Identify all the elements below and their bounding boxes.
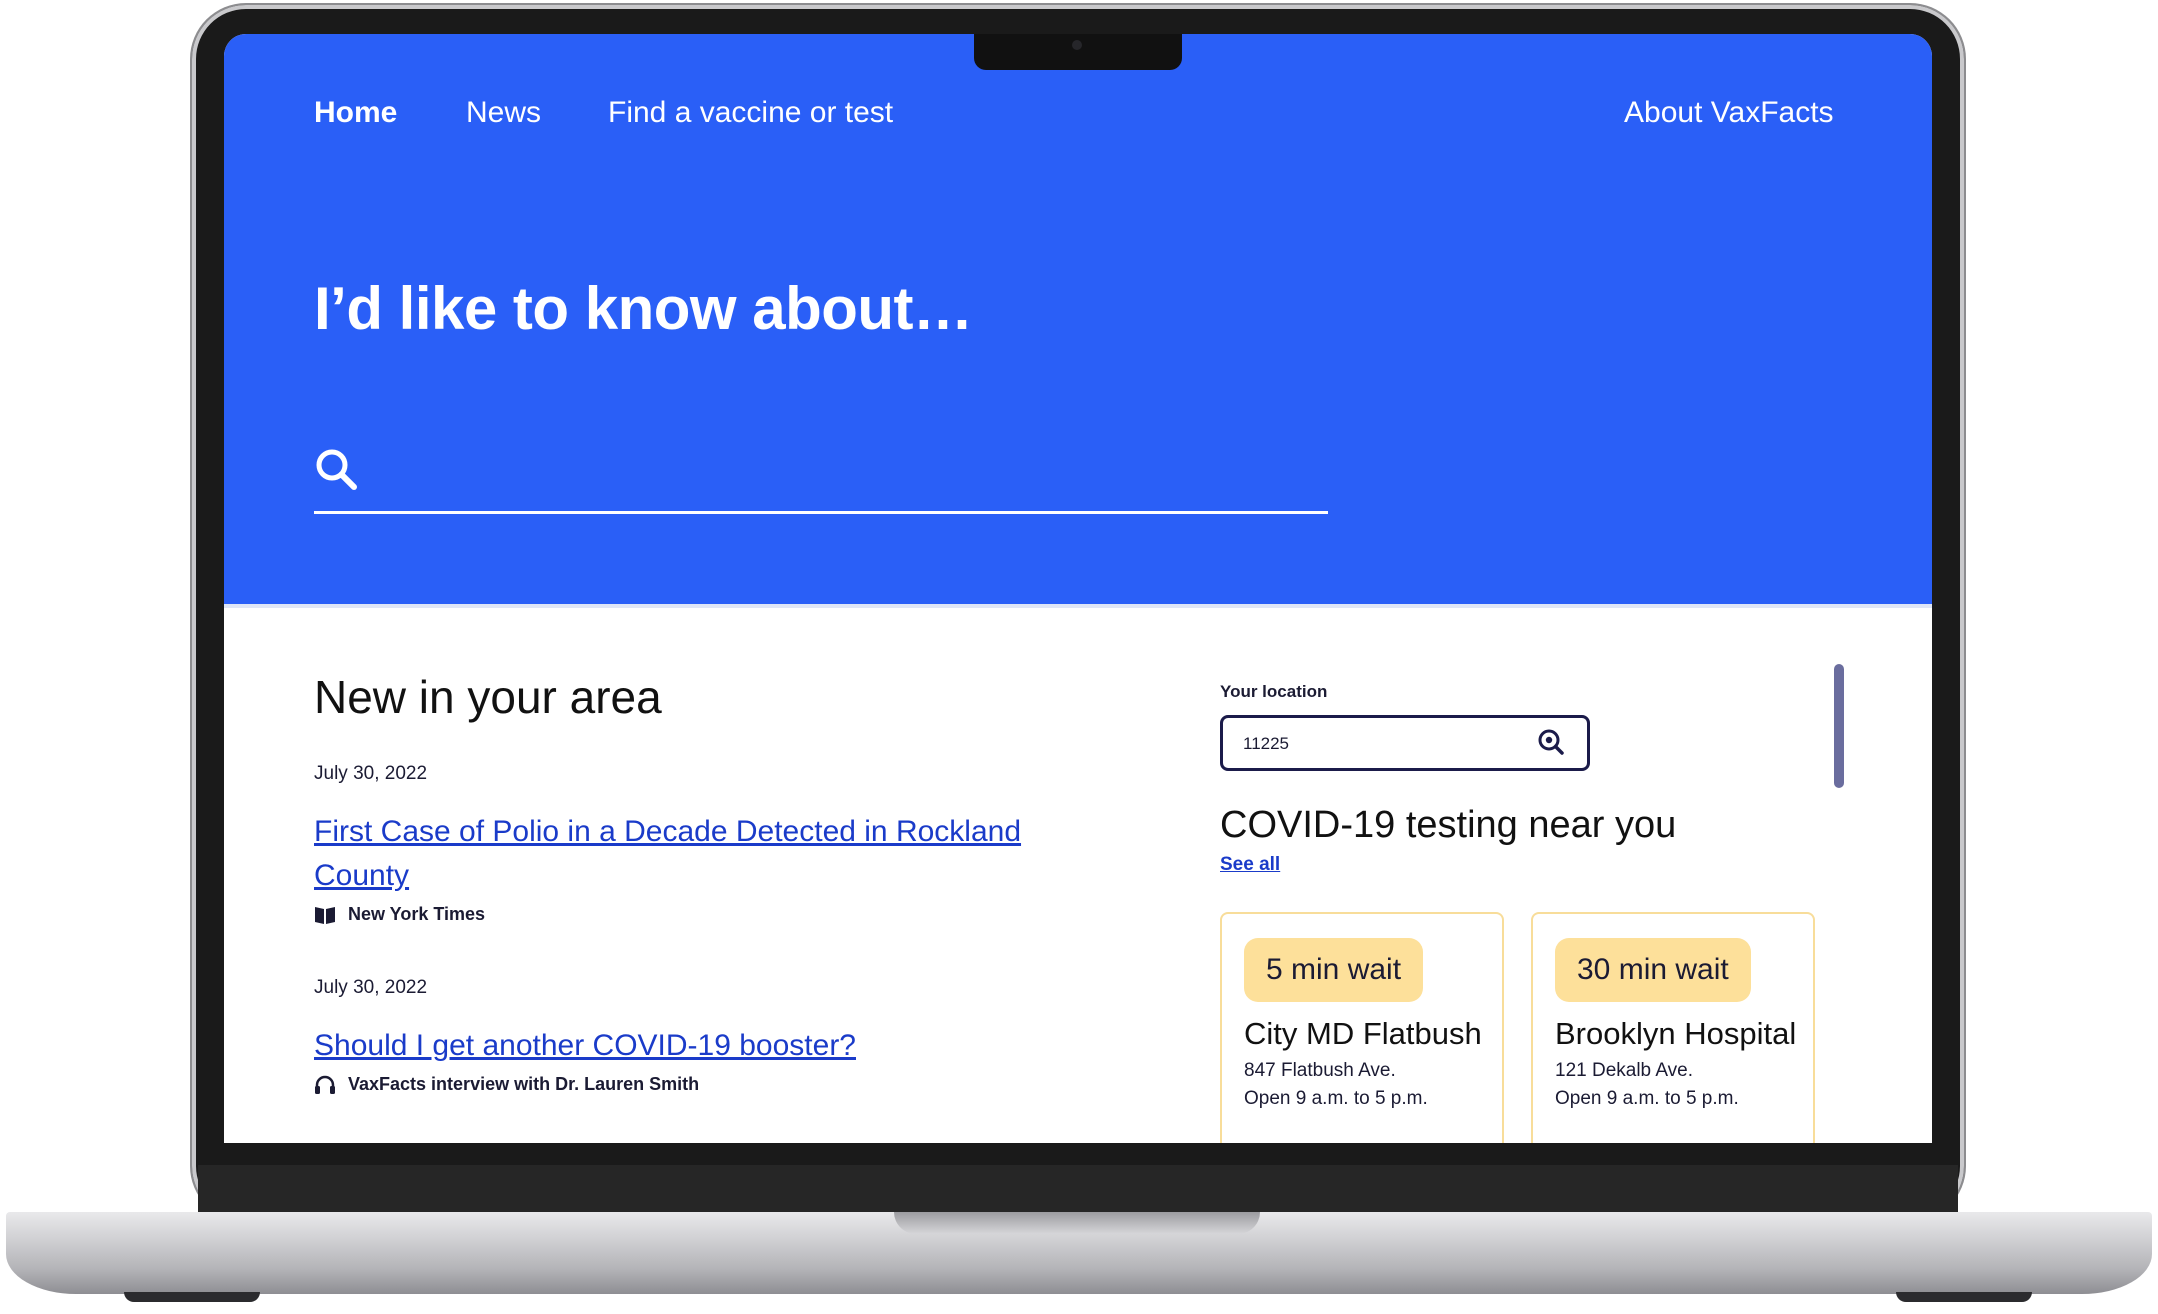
news-date: July 30, 2022	[314, 763, 428, 784]
news-source-label: VaxFacts interview with Dr. Lauren Smith	[348, 1074, 700, 1094]
laptop-lid-notch	[894, 1212, 1260, 1234]
news-date: July 30, 2022	[314, 977, 428, 998]
hero-banner: Home News Find a vaccine or test About V…	[224, 34, 1932, 604]
location-field	[1220, 715, 1590, 771]
laptop-foot-right	[1896, 1292, 2032, 1302]
location-label: Your location	[1220, 682, 1328, 701]
news-link[interactable]: First Case of Polio in a Decade Detected…	[314, 810, 1094, 898]
site-hours: Open 9 a.m. to 5 p.m.	[1555, 1088, 1739, 1109]
site-name: City MD Flatbush	[1244, 1016, 1482, 1051]
hero-title: I’d like to know about…	[314, 275, 973, 342]
camera-notch	[974, 34, 1182, 70]
news-source: New York Times	[314, 904, 485, 925]
news-section-title: New in your area	[314, 671, 662, 723]
laptop-screen: Home News Find a vaccine or test About V…	[224, 34, 1932, 1143]
laptop-foot-left	[124, 1292, 260, 1302]
site-address: 121 Dekalb Ave.	[1555, 1060, 1694, 1081]
laptop-chin	[198, 1165, 1958, 1213]
site-hours: Open 9 a.m. to 5 p.m.	[1244, 1088, 1428, 1109]
testing-section-title: COVID-19 testing near you	[1220, 804, 1677, 846]
scrollbar-thumb[interactable]	[1834, 664, 1844, 788]
nav-about[interactable]: About VaxFacts	[1624, 96, 1834, 130]
site-address: 847 Flatbush Ave.	[1244, 1060, 1396, 1081]
news-link[interactable]: Should I get another COVID-19 booster?	[314, 1024, 1094, 1068]
nav-home[interactable]: Home	[314, 96, 397, 130]
hero-divider	[224, 604, 1932, 608]
testing-site-card[interactable]: 5 min wait City MD Flatbush 847 Flatbush…	[1220, 912, 1504, 1143]
zoom-search-icon[interactable]	[1537, 728, 1565, 756]
hero-search-input[interactable]	[378, 443, 1322, 501]
site-name: Brooklyn Hospital	[1555, 1016, 1797, 1051]
nav-news[interactable]: News	[466, 96, 541, 130]
nav-find-vaccine-or-test[interactable]: Find a vaccine or test	[608, 96, 893, 130]
location-input[interactable]	[1241, 729, 1525, 759]
news-source: VaxFacts interview with Dr. Lauren Smith	[314, 1074, 699, 1095]
hero-search	[314, 439, 1328, 514]
search-icon[interactable]	[314, 447, 358, 491]
headphones-icon	[315, 1075, 335, 1094]
camera-icon	[1072, 40, 1082, 50]
testing-site-card[interactable]: 30 min wait Brooklyn Hospital 121 Dekalb…	[1531, 912, 1815, 1143]
news-source-label: New York Times	[348, 904, 486, 924]
wait-time-badge: 30 min wait	[1555, 938, 1751, 1002]
wait-time-badge: 5 min wait	[1244, 938, 1424, 1002]
see-all-link[interactable]: See all	[1220, 854, 1280, 876]
book-icon	[315, 906, 335, 924]
